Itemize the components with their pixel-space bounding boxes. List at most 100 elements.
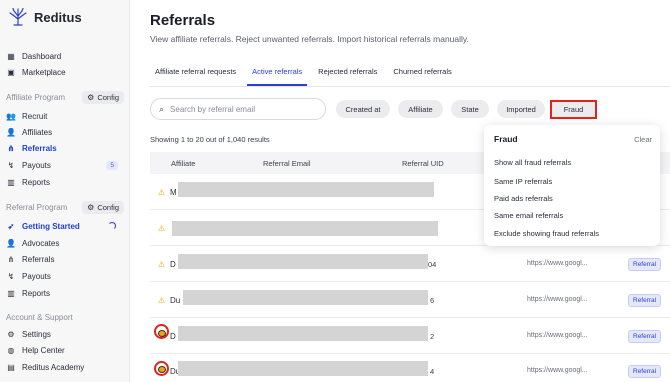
- warning-icon: ⚠: [158, 296, 166, 305]
- uid-suffix: 6: [430, 296, 435, 305]
- affiliate-name: M: [170, 188, 177, 197]
- referral-config-button[interactable]: ⚙ Config: [82, 200, 124, 214]
- fraud-option-same-ip[interactable]: Same IP referrals: [494, 177, 552, 186]
- sidebar-item-recruit[interactable]: 👥 Recruit: [6, 109, 124, 123]
- sidebar-item-getting-started[interactable]: ➶ Getting Started: [6, 219, 124, 233]
- tree-logo-icon: [9, 7, 27, 26]
- referral-type-badge: Referral: [628, 294, 662, 307]
- table-row[interactable]: Du 4 https://www.googl... Referral: [150, 352, 670, 382]
- warning-icon: ⚠: [158, 260, 166, 269]
- fraud-option-show-all[interactable]: Show all fraud referrals: [494, 158, 571, 167]
- tab-affiliate-referral-requests[interactable]: Affiliate referral requests: [150, 64, 241, 86]
- table-row[interactable]: D 2 https://www.googl... Referral: [150, 318, 670, 354]
- table-row[interactable]: ⚠ Du 6 https://www.googl... Referral: [150, 282, 670, 318]
- referral-source-url[interactable]: https://www.googl...: [527, 296, 588, 303]
- referral-source-url[interactable]: https://www.googl...: [527, 332, 588, 339]
- sidebar-item-label: Advocates: [22, 238, 60, 248]
- search-box[interactable]: ⌕: [150, 98, 326, 120]
- graduation-cap-icon: ▤: [7, 362, 15, 372]
- tab-churned-referrals[interactable]: Churned referrals: [388, 64, 456, 86]
- fraud-flag-icon: [158, 330, 166, 337]
- uid-suffix: 04: [428, 260, 437, 269]
- section-title: Referral Program: [6, 202, 68, 212]
- section-title: Affiliate Program: [6, 92, 65, 102]
- globe-icon: ◍: [7, 345, 15, 355]
- sidebar-item-label: Reports: [22, 288, 51, 298]
- logo[interactable]: Reditus: [8, 7, 82, 27]
- sidebar-item-label: Payouts: [22, 271, 51, 281]
- bar-chart-icon: ▥: [7, 288, 15, 298]
- page-title: Referrals: [150, 12, 216, 29]
- gear-icon: ⚙: [87, 92, 95, 102]
- filter-created-at[interactable]: Created at: [336, 100, 390, 118]
- redacted-field: [178, 254, 428, 269]
- tab-rejected-referrals[interactable]: Rejected referrals: [313, 64, 382, 86]
- config-label: Config: [97, 92, 119, 102]
- section-title: Account & Support: [6, 312, 73, 322]
- sidebar-item-settings[interactable]: ⚙ Settings: [6, 327, 124, 341]
- section-affiliate-program: Affiliate Program ⚙ Config: [6, 90, 124, 104]
- redacted-field: [178, 182, 434, 197]
- affiliate-config-button[interactable]: ⚙ Config: [82, 90, 124, 104]
- sidebar-item-affiliates[interactable]: 👤 Affiliates: [6, 125, 124, 139]
- referral-type-badge: Referral: [628, 258, 662, 271]
- sidebar-item-label: Affiliates: [22, 127, 53, 137]
- column-affiliate[interactable]: Affiliate: [171, 159, 195, 168]
- referral-source-url[interactable]: https://www.googl...: [527, 260, 588, 267]
- filter-imported[interactable]: Imported: [497, 100, 545, 118]
- filter-affiliate[interactable]: Affiliate: [398, 100, 443, 118]
- sidebar-item-label: Referrals: [22, 143, 57, 153]
- column-referral-uid[interactable]: Referral UID: [402, 159, 444, 168]
- tabs: Affiliate referral requests Active refer…: [150, 64, 463, 86]
- fraud-option-paid-ads[interactable]: Paid ads referrals: [494, 194, 553, 203]
- referral-tree-icon: ⋔: [7, 254, 15, 264]
- sidebar-item-label: Payouts: [22, 160, 51, 170]
- payouts-icon: ↯: [7, 271, 15, 281]
- marketplace-icon: ▣: [7, 67, 15, 77]
- sidebar-item-payouts[interactable]: ↯ Payouts 5: [6, 158, 124, 172]
- payouts-count-badge: 5: [106, 160, 118, 170]
- rocket-icon: ➶: [7, 221, 15, 231]
- table-row[interactable]: ⚠ D 04 https://www.googl... Referral: [150, 246, 670, 282]
- fraud-flag-icon: [158, 366, 166, 373]
- clear-button[interactable]: Clear: [634, 135, 652, 144]
- column-referral-email[interactable]: Referral Email: [263, 159, 311, 168]
- filter-state[interactable]: State: [451, 100, 489, 118]
- fraud-filter-dropdown: Fraud Clear Show all fraud referrals Sam…: [484, 125, 660, 246]
- results-count: Showing 1 to 20 out of 1,040 results: [150, 135, 270, 144]
- sidebar-item-referral-referrals[interactable]: ⋔ Referrals: [6, 252, 124, 266]
- section-account-support: Account & Support: [6, 310, 124, 324]
- users-icon: 👤: [6, 238, 16, 248]
- fraud-option-exclude[interactable]: Exclude showing fraud referrals: [494, 229, 599, 238]
- redacted-field: [178, 326, 428, 341]
- referral-type-badge: Referral: [628, 365, 662, 378]
- referral-source-url[interactable]: https://www.googl...: [527, 367, 588, 374]
- sidebar-item-referrals[interactable]: ⋔ Referrals: [6, 141, 124, 155]
- progress-spinner-icon: [108, 222, 116, 230]
- users-icon: 👤: [6, 127, 16, 137]
- sidebar-item-label: Marketplace: [22, 67, 66, 77]
- redacted-field: [178, 361, 428, 376]
- uid-suffix: 4: [430, 367, 435, 376]
- gear-icon: ⚙: [87, 202, 95, 212]
- tabs-divider: [150, 86, 670, 87]
- tab-active-referrals[interactable]: Active referrals: [247, 64, 308, 86]
- sidebar-item-help-center[interactable]: ◍ Help Center: [6, 343, 124, 357]
- sidebar-item-label: Getting Started: [22, 221, 80, 231]
- sidebar-item-marketplace[interactable]: ▣ Marketplace: [6, 65, 124, 79]
- filter-fraud[interactable]: Fraud: [550, 100, 597, 119]
- sidebar-item-reditus-academy[interactable]: ▤ Reditus Academy: [6, 360, 124, 374]
- sidebar-item-advocates[interactable]: 👤 Advocates: [6, 236, 124, 250]
- affiliate-name: D: [170, 332, 176, 341]
- sidebar-item-referral-payouts[interactable]: ↯ Payouts: [6, 269, 124, 283]
- search-icon: ⌕: [159, 103, 165, 114]
- warning-icon: ⚠: [158, 188, 166, 197]
- users-plus-icon: 👥: [6, 111, 16, 121]
- sidebar-item-reports[interactable]: ▥ Reports: [6, 175, 124, 189]
- search-input[interactable]: [170, 104, 311, 114]
- sidebar-item-referral-reports[interactable]: ▥ Reports: [6, 286, 124, 300]
- sidebar-item-dashboard[interactable]: ▦ Dashboard: [6, 49, 124, 63]
- fraud-option-same-email[interactable]: Same email referrals: [494, 211, 563, 220]
- affiliate-name: Du: [170, 296, 181, 305]
- brand-name: Reditus: [34, 9, 82, 25]
